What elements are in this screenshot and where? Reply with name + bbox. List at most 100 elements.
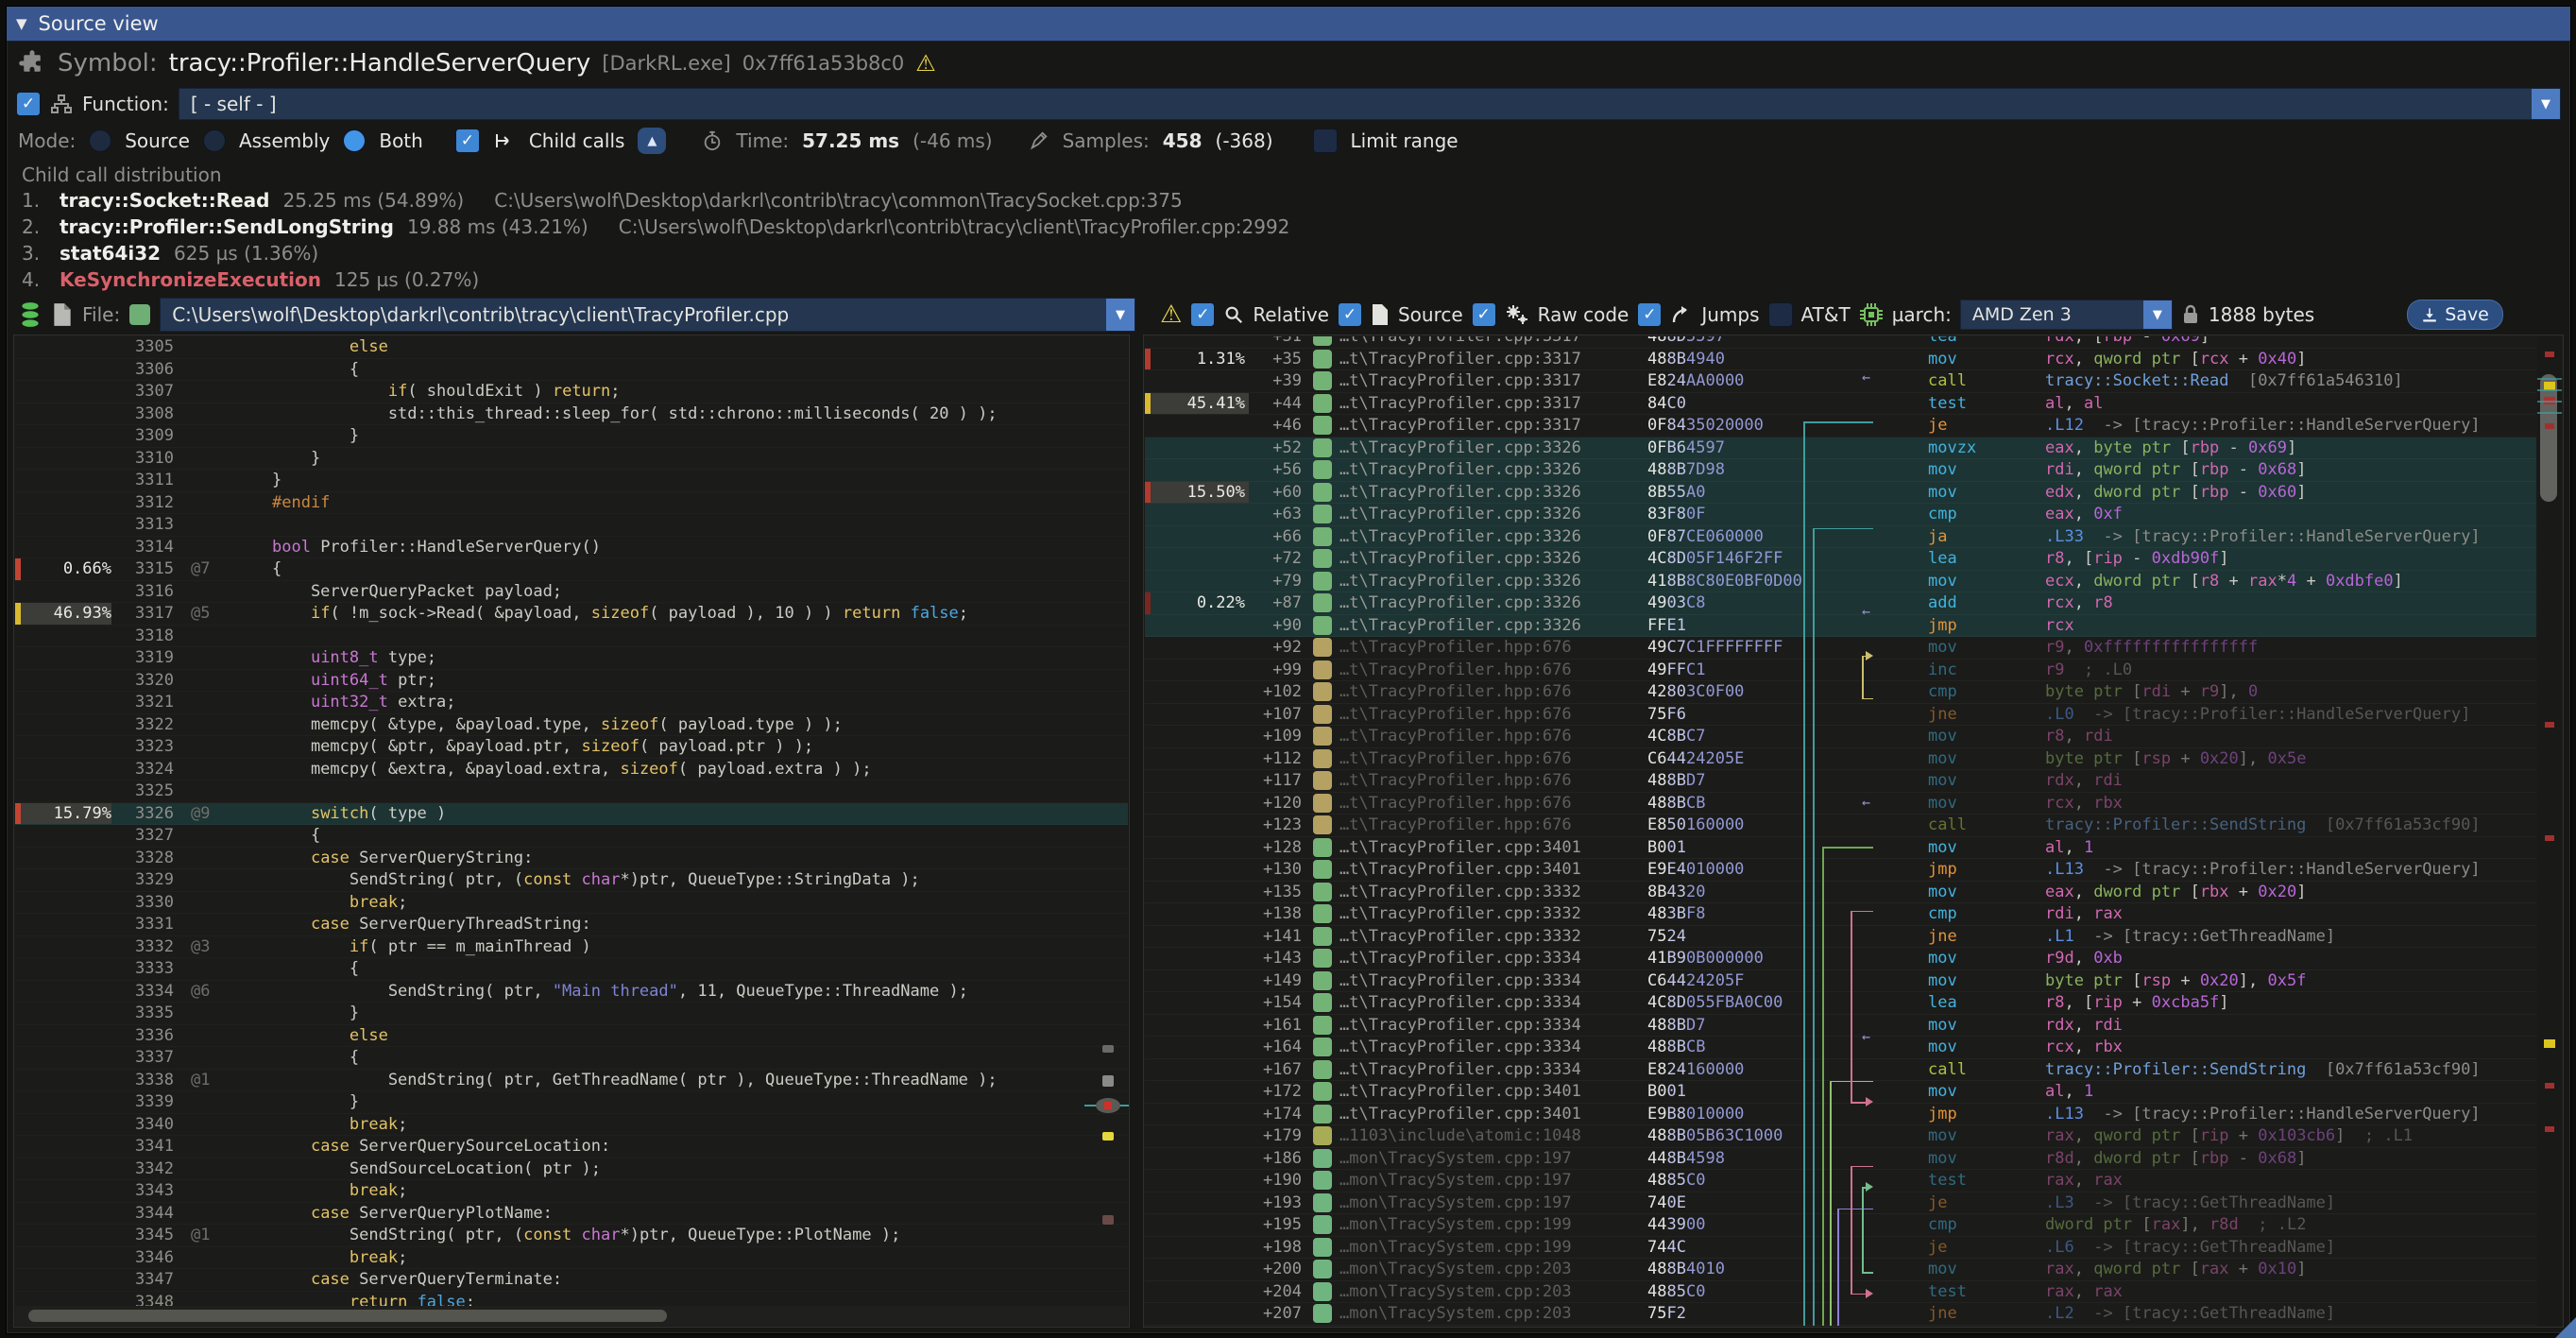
- source-line[interactable]: 3336 else: [15, 1025, 1128, 1048]
- asm-row[interactable]: +79…t\TracyProfiler.cpp:3326418B8C80E0BF…: [1145, 571, 2536, 593]
- sort-up-button[interactable]: ▲: [638, 128, 666, 154]
- file-combo[interactable]: C:\Users\wolf\Desktop\darkrl\contrib\tra…: [160, 298, 1135, 332]
- asm-row[interactable]: 1.31%+35…t\TracyProfiler.cpp:3317488B494…: [1145, 349, 2536, 371]
- source-line[interactable]: 3332@3 if( ptr == m_mainThread ): [15, 936, 1128, 959]
- asm-row[interactable]: +179…1103\include\atomic:1048488B05B63C1…: [1145, 1125, 2536, 1148]
- source-line[interactable]: 3316 ServerQueryPacket payload;: [15, 581, 1128, 604]
- asm-row[interactable]: 15.50%+60…t\TracyProfiler.cpp:33268B55A0…: [1145, 482, 2536, 505]
- source-line[interactable]: 3327 {: [15, 825, 1128, 848]
- save-button[interactable]: Save: [2407, 300, 2503, 330]
- source-line[interactable]: 3308 std::this_thread::sleep_for( std::c…: [15, 403, 1128, 426]
- child-call-item[interactable]: 2.tracy::Profiler::SendLongString19.88 m…: [22, 214, 2555, 240]
- source-line[interactable]: 3329 SendString( ptr, (const char*)ptr, …: [15, 869, 1128, 892]
- function-combo-arrow-icon[interactable]: ▼: [2532, 89, 2560, 119]
- asm-row[interactable]: +31…t\TracyProfiler.cpp:3317488D5597lear…: [1145, 336, 2536, 349]
- asm-row[interactable]: +164…t\TracyProfiler.cpp:3334488BCBmovrc…: [1145, 1037, 2536, 1059]
- source-line[interactable]: 3320 uint64_t ptr;: [15, 670, 1128, 693]
- function-checkbox[interactable]: ✓: [16, 92, 41, 116]
- asm-row[interactable]: +198…mon\TracySystem.cpp:199744Cje.L6 ->…: [1145, 1237, 2536, 1260]
- asm-row[interactable]: +107…t\TracyProfiler.hpp:67675F6jne.L0 -…: [1145, 704, 2536, 727]
- asm-row[interactable]: +195…mon\TracySystem.cpp:199443900cmpdwo…: [1145, 1214, 2536, 1237]
- child-calls-checkbox[interactable]: ✓: [455, 129, 480, 153]
- source-line[interactable]: 3348 return false;: [15, 1292, 1128, 1307]
- asm-row[interactable]: +138…t\TracyProfiler.cpp:3332483BF8cmprd…: [1145, 903, 2536, 926]
- child-call-name[interactable]: KeSynchronizeExecution: [60, 266, 321, 293]
- source-line[interactable]: 3330 break;: [15, 892, 1128, 915]
- source-line[interactable]: 3309 }: [15, 425, 1128, 448]
- source-line[interactable]: 46.93%3317@5 if( !m_sock->Read( &payload…: [15, 603, 1128, 626]
- asm-row[interactable]: +92…t\TracyProfiler.hpp:67649C7C1FFFFFFF…: [1145, 637, 2536, 660]
- asm-row[interactable]: +143…t\TracyProfiler.cpp:333441B90B00000…: [1145, 948, 2536, 970]
- asm-row[interactable]: +172…t\TracyProfiler.cpp:3401B001moval, …: [1145, 1081, 2536, 1104]
- asm-row[interactable]: 0.22%+87…t\TracyProfiler.cpp:33264903C8a…: [1145, 592, 2536, 615]
- source-line[interactable]: 3328 case ServerQueryString:: [15, 848, 1128, 870]
- assembly-view[interactable]: +31…t\TracyProfiler.cpp:3317488D5597lear…: [1145, 336, 2536, 1326]
- source-sample-strip[interactable]: [1090, 336, 1126, 1305]
- source-line[interactable]: 3334@6 SendString( ptr, "Main thread", 1…: [15, 981, 1128, 1004]
- source-line[interactable]: 3324 memcpy( &extra, &payload.extra, siz…: [15, 759, 1128, 781]
- asm-row[interactable]: +200…mon\TracySystem.cpp:203488B4010movr…: [1145, 1259, 2536, 1281]
- source-line[interactable]: 0.66%3315@7{: [15, 558, 1128, 581]
- source-line[interactable]: 15.79%3326@9 switch( type ): [15, 803, 1128, 826]
- asm-row[interactable]: 45.41%+44…t\TracyProfiler.cpp:331784C0te…: [1145, 393, 2536, 416]
- asm-row[interactable]: +56…t\TracyProfiler.cpp:3326488B7D98movr…: [1145, 459, 2536, 482]
- file-combo-arrow-icon[interactable]: ▼: [1106, 299, 1134, 331]
- child-call-item[interactable]: 1.tracy::Socket::Read25.25 ms (54.89%)C:…: [22, 187, 2555, 214]
- function-combo[interactable]: [ - self - ] ▼: [179, 88, 2561, 120]
- asm-row[interactable]: +63…t\TracyProfiler.cpp:332683F80Fcmpeax…: [1145, 504, 2536, 526]
- asm-row[interactable]: +204…mon\TracySystem.cpp:2034885C0testra…: [1145, 1281, 2536, 1304]
- child-call-name[interactable]: tracy::Socket::Read: [60, 187, 269, 214]
- source-line[interactable]: 3307 if( shouldExit ) return;: [15, 381, 1128, 403]
- asm-row[interactable]: +193…mon\TracySystem.cpp:197740Eje.L3 ->…: [1145, 1192, 2536, 1215]
- source-line[interactable]: 3331 case ServerQueryThreadString:: [15, 914, 1128, 936]
- assembly-scroll-thumb[interactable]: [2540, 374, 2557, 502]
- asm-row[interactable]: +112…t\TracyProfiler.hpp:676C64424205Emo…: [1145, 748, 2536, 771]
- source-line[interactable]: 3338@1 SendString( ptr, GetThreadName( p…: [15, 1070, 1128, 1092]
- source-line[interactable]: 3345@1 SendString( ptr, (const char*)ptr…: [15, 1225, 1128, 1247]
- asm-row[interactable]: +99…t\TracyProfiler.hpp:67649FFC1incr9 ;…: [1145, 660, 2536, 682]
- source-line[interactable]: 3342 SendSourceLocation( ptr );: [15, 1158, 1128, 1181]
- asm-row[interactable]: +102…t\TracyProfiler.hpp:67642803C0F00cm…: [1145, 681, 2536, 704]
- asm-row[interactable]: +186…mon\TracySystem.cpp:197448B4598movr…: [1145, 1148, 2536, 1171]
- source-code-view[interactable]: 3305 else3306 {3307 if( shouldExit ) ret…: [15, 336, 1128, 1306]
- child-call-name[interactable]: stat64i32: [60, 240, 161, 266]
- asm-row[interactable]: +149…t\TracyProfiler.cpp:3334C64424205Fm…: [1145, 970, 2536, 993]
- radio-assembly[interactable]: [203, 129, 226, 152]
- asm-row[interactable]: +117…t\TracyProfiler.hpp:676488BD7movrdx…: [1145, 770, 2536, 793]
- asm-row[interactable]: +207…mon\TracySystem.cpp:20375F2jne.L2 -…: [1145, 1303, 2536, 1326]
- source-line[interactable]: 3311}: [15, 470, 1128, 492]
- collapse-icon[interactable]: ▼: [16, 15, 27, 32]
- source-line[interactable]: 3319 uint8_t type;: [15, 647, 1128, 670]
- asm-row[interactable]: +109…t\TracyProfiler.hpp:6764C8BC7movr8,…: [1145, 726, 2536, 748]
- assembly-scrollbar[interactable]: [2537, 336, 2562, 1326]
- source-line[interactable]: 3310 }: [15, 448, 1128, 471]
- radio-source[interactable]: [89, 129, 111, 152]
- source-hscroll-thumb[interactable]: [28, 1310, 667, 1322]
- asm-row[interactable]: +39…t\TracyProfiler.cpp:3317E824AA0000ca…: [1145, 370, 2536, 393]
- asm-row[interactable]: +190…mon\TracySystem.cpp:1974885C0testra…: [1145, 1170, 2536, 1192]
- source-line[interactable]: 3322 memcpy( &type, &payload.type, sizeo…: [15, 714, 1128, 737]
- source-line[interactable]: 3333 {: [15, 958, 1128, 981]
- asm-row[interactable]: +209…mon\TracySystem.cpp:258488D35E88610…: [1145, 1326, 2536, 1327]
- jumps-checkbox[interactable]: ✓: [1637, 302, 1662, 327]
- source-line[interactable]: 3335 }: [15, 1003, 1128, 1025]
- source-line[interactable]: 3344 case ServerQueryPlotName:: [15, 1203, 1128, 1226]
- child-call-item[interactable]: 4.KeSynchronizeExecution125 µs (0.27%): [22, 266, 2555, 293]
- uarch-combo[interactable]: AMD Zen 3 ▼: [1960, 300, 2173, 330]
- asm-row[interactable]: +128…t\TracyProfiler.cpp:3401B001moval, …: [1145, 837, 2536, 860]
- window-titlebar[interactable]: ▼ Source view: [7, 7, 2570, 42]
- source-line[interactable]: 3313: [15, 514, 1128, 537]
- asm-row[interactable]: +161…t\TracyProfiler.cpp:3334488BD7movrd…: [1145, 1015, 2536, 1038]
- source-line[interactable]: 3340 break;: [15, 1114, 1128, 1137]
- att-checkbox[interactable]: [1768, 302, 1793, 327]
- limit-range-checkbox[interactable]: [1313, 129, 1338, 153]
- asm-row[interactable]: +72…t\TracyProfiler.cpp:33264C8D05F146F2…: [1145, 548, 2536, 571]
- asm-row[interactable]: +46…t\TracyProfiler.cpp:33170F8435020000…: [1145, 415, 2536, 437]
- source-line[interactable]: 3312#endif: [15, 492, 1128, 515]
- source-line[interactable]: 3337 {: [15, 1047, 1128, 1070]
- source-line[interactable]: 3318: [15, 626, 1128, 648]
- source-horizontal-scrollbar[interactable]: [15, 1306, 1128, 1326]
- child-call-item[interactable]: 3.stat64i32625 µs (1.36%): [22, 240, 2555, 266]
- source-line[interactable]: 3325: [15, 780, 1128, 803]
- asm-row[interactable]: +174…t\TracyProfiler.cpp:3401E9B8010000j…: [1145, 1104, 2536, 1126]
